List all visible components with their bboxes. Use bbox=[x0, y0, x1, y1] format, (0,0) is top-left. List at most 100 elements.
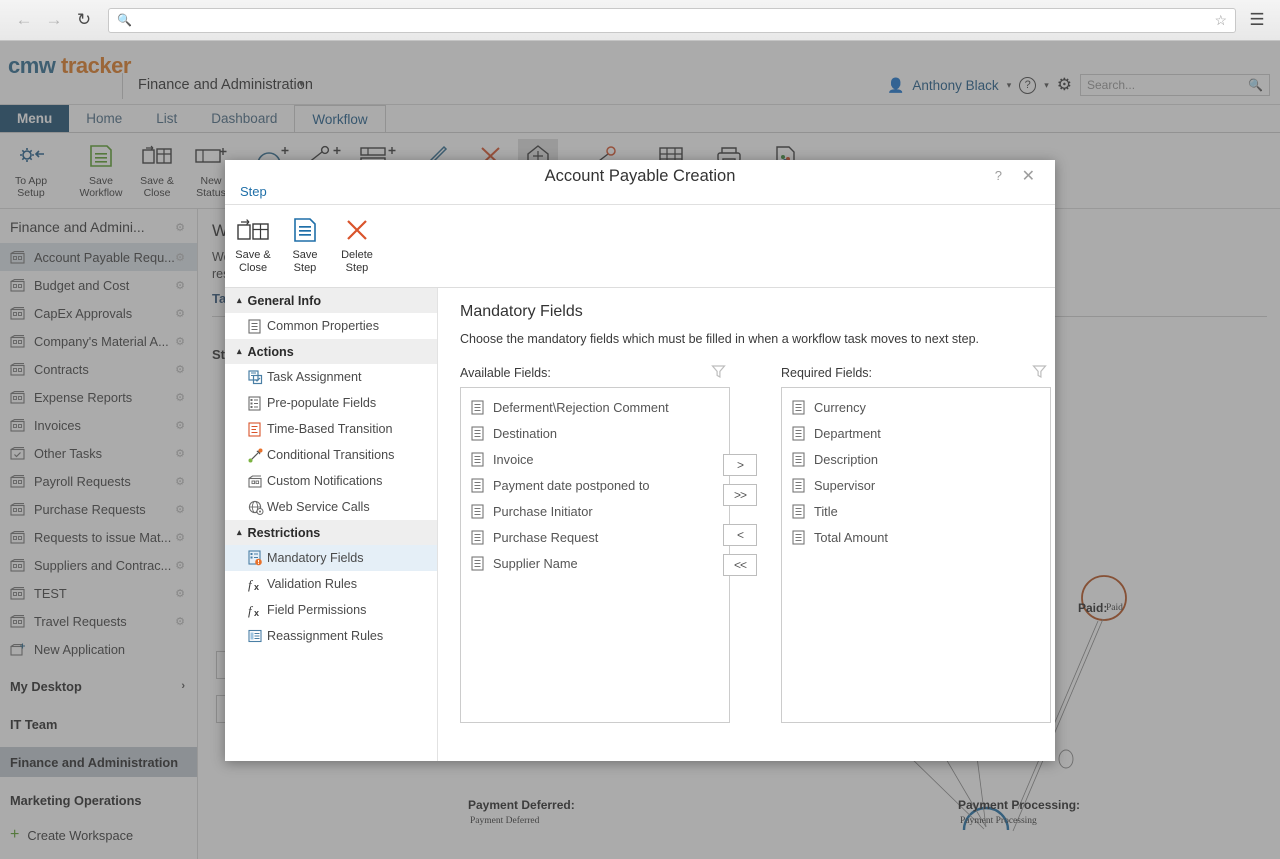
available-field-item[interactable]: Purchase Initiator bbox=[461, 498, 729, 524]
field-icon bbox=[792, 399, 805, 415]
tree-item-label: Conditional Transitions bbox=[267, 448, 395, 462]
tree-item[interactable]: Pre-populate Fields bbox=[225, 390, 437, 416]
move-right-button[interactable]: > bbox=[723, 454, 757, 476]
filter-icon[interactable] bbox=[1032, 364, 1047, 382]
field-label: Invoice bbox=[493, 451, 534, 467]
required-field-item[interactable]: Title bbox=[782, 498, 1050, 524]
dialog-save-close-button[interactable]: Save & Close bbox=[224, 214, 282, 274]
tree-item[interactable]: Conditional Transitions bbox=[225, 442, 437, 468]
browser-forward-button[interactable]: → bbox=[40, 6, 68, 34]
dialog-ribbon: Save & Close Save Step Delete Step bbox=[225, 205, 1055, 288]
dialog-title: Account Payable Creation bbox=[544, 167, 736, 185]
browser-url-bar[interactable]: 🔍 ☆ bbox=[108, 7, 1236, 33]
field-label: Department bbox=[814, 425, 881, 441]
tree-group[interactable]: ▴ Restrictions bbox=[225, 520, 437, 545]
filter-icon[interactable] bbox=[711, 364, 726, 382]
tree-item[interactable]: Mandatory Fields bbox=[225, 545, 437, 571]
required-field-item[interactable]: Department bbox=[782, 420, 1050, 446]
tree-group-label: Actions bbox=[247, 344, 294, 359]
dialog-btn-label: Save & Close bbox=[235, 249, 271, 274]
transfer-buttons: > >> < << bbox=[723, 454, 769, 584]
content-heading: Mandatory Fields bbox=[460, 303, 583, 320]
field-label: Currency bbox=[814, 399, 866, 415]
tree-item[interactable]: Web Service Calls bbox=[225, 494, 437, 520]
prepopulate-icon bbox=[248, 395, 267, 411]
field-icon bbox=[792, 451, 805, 467]
dialog-delete-step-button[interactable]: Delete Step bbox=[328, 214, 386, 274]
tree-group-label: General Info bbox=[247, 293, 322, 308]
tree-item-label: Web Service Calls bbox=[267, 500, 370, 514]
move-all-left-button[interactable]: << bbox=[723, 554, 757, 576]
tree-group[interactable]: ▴ General Info bbox=[225, 288, 437, 313]
available-field-item[interactable]: Purchase Request bbox=[461, 524, 729, 550]
required-field-item[interactable]: Supervisor bbox=[782, 472, 1050, 498]
tree-group[interactable]: ▴ Actions bbox=[225, 339, 437, 364]
field-label: Deferment\Rejection Comment bbox=[493, 399, 669, 415]
fx-icon: fx bbox=[248, 603, 267, 618]
save-close-icon bbox=[224, 214, 282, 246]
tree-item[interactable]: Common Properties bbox=[225, 313, 437, 339]
dialog-help-icon[interactable]: ? bbox=[995, 168, 1002, 183]
required-field-item[interactable]: Description bbox=[782, 446, 1050, 472]
required-field-item[interactable]: Total Amount bbox=[782, 524, 1050, 550]
dialog-btn-label: Delete Step bbox=[341, 249, 373, 274]
field-icon bbox=[792, 503, 805, 519]
field-icon bbox=[471, 555, 484, 571]
properties-icon bbox=[248, 318, 267, 334]
notifications-icon bbox=[248, 474, 267, 488]
tree-item-label: Common Properties bbox=[267, 319, 379, 333]
star-icon[interactable]: ☆ bbox=[1214, 12, 1227, 29]
content-description: Choose the mandatory fields which must b… bbox=[460, 332, 980, 346]
tree-item[interactable]: f x Validation Rules bbox=[225, 571, 437, 597]
available-field-item[interactable]: Payment date postponed to bbox=[461, 472, 729, 498]
fx-icon: fx bbox=[248, 577, 267, 592]
required-fields-list[interactable]: Currency Department Description Supervisor T… bbox=[781, 387, 1051, 723]
field-label: Destination bbox=[493, 425, 558, 441]
field-icon bbox=[471, 503, 484, 519]
tree-item[interactable]: f x Field Permissions bbox=[225, 597, 437, 623]
task-assignment-icon bbox=[248, 369, 267, 385]
available-field-item[interactable]: Supplier Name bbox=[461, 550, 729, 576]
close-icon[interactable]: ✕ bbox=[1022, 166, 1035, 186]
app-page: cmw tracker Finance and Administration ▾… bbox=[0, 41, 1280, 859]
field-label: Purchase Initiator bbox=[493, 503, 593, 519]
conditional-transitions-icon bbox=[248, 448, 267, 463]
field-label: Title bbox=[814, 503, 838, 519]
svg-text:x: x bbox=[254, 608, 259, 618]
tree-item-label: Field Permissions bbox=[267, 603, 367, 617]
reassignment-icon bbox=[248, 629, 267, 643]
time-transition-icon bbox=[248, 421, 267, 437]
tree-item[interactable]: Custom Notifications bbox=[225, 468, 437, 494]
dialog-save-step-button[interactable]: Save Step bbox=[276, 214, 334, 274]
available-field-item[interactable]: Invoice bbox=[461, 446, 729, 472]
web-service-icon bbox=[248, 500, 267, 515]
move-all-right-button[interactable]: >> bbox=[723, 484, 757, 506]
chevron-up-icon: ▴ bbox=[237, 527, 242, 537]
field-label: Purchase Request bbox=[493, 529, 599, 545]
required-field-item[interactable]: Currency bbox=[782, 394, 1050, 420]
tree-item-label: Validation Rules bbox=[267, 577, 358, 591]
available-field-item[interactable]: Deferment\Rejection Comment bbox=[461, 394, 729, 420]
tree-item-label: Task Assignment bbox=[267, 370, 362, 384]
available-fields-list[interactable]: Deferment\Rejection Comment Destination In… bbox=[460, 387, 730, 723]
tree-item[interactable]: Reassignment Rules bbox=[225, 623, 437, 649]
tree-item-label: Custom Notifications bbox=[267, 474, 383, 488]
tree-item[interactable]: Time-Based Transition bbox=[225, 416, 437, 442]
chevron-up-icon: ▴ bbox=[237, 295, 242, 305]
available-fields-label: Available Fields: bbox=[460, 364, 730, 382]
field-label: Description bbox=[814, 451, 879, 467]
browser-back-button[interactable]: ← bbox=[10, 6, 38, 34]
move-left-button[interactable]: < bbox=[723, 524, 757, 546]
tree-item-label: Time-Based Transition bbox=[267, 422, 393, 436]
available-fields-panel: Available Fields: Deferment\Rejection Co… bbox=[460, 364, 730, 723]
tree-item[interactable]: Task Assignment bbox=[225, 364, 437, 390]
mandatory-fields-icon bbox=[248, 550, 267, 566]
dialog-nav-tree: ▴ General Info Common Properties ▴ Actions Ta… bbox=[225, 288, 438, 761]
available-field-item[interactable]: Destination bbox=[461, 420, 729, 446]
tree-item-label: Reassignment Rules bbox=[267, 629, 384, 643]
hamburger-menu-icon[interactable]: ☰ bbox=[1244, 7, 1270, 33]
field-label: Total Amount bbox=[814, 529, 888, 545]
tree-group-label: Restrictions bbox=[247, 525, 321, 540]
dialog-tab-step[interactable]: Step bbox=[240, 184, 267, 199]
browser-reload-button[interactable]: ↻ bbox=[70, 6, 98, 34]
